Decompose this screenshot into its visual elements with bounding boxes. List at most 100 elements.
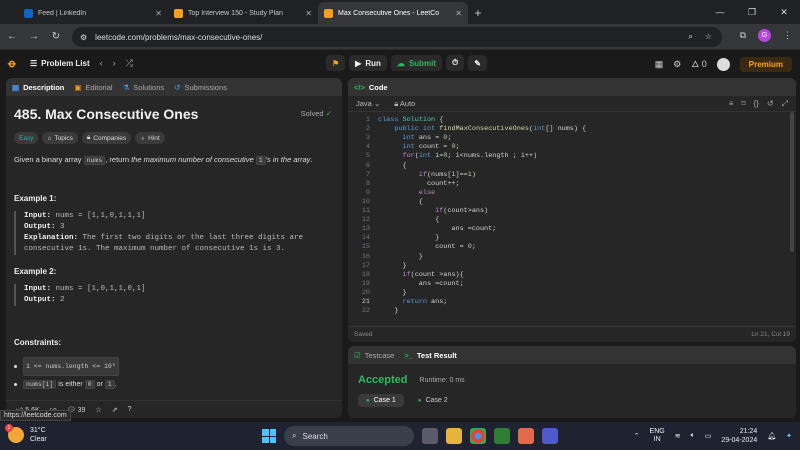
input-value: nums = [1,1,0,1,1,1] <box>51 212 146 220</box>
line-number: 19 <box>361 279 370 288</box>
problem-title[interactable]: 485. Max Consecutive Ones <box>14 106 334 122</box>
output-value: 2 <box>55 296 65 304</box>
extensions-icon[interactable]: ⧉ <box>740 30 746 41</box>
submit-button[interactable]: ☁ Submit <box>390 55 442 71</box>
check-circle-icon: ✓ <box>325 109 332 118</box>
user-avatar[interactable] <box>716 57 730 71</box>
timer-button[interactable]: ⏱ <box>446 55 465 71</box>
code-line: count = 0; <box>378 243 476 252</box>
volume-icon[interactable]: 🔈︎ <box>691 432 695 440</box>
debug-button[interactable]: ⚑ <box>326 55 346 71</box>
autocomplete-toggle[interactable]: 🔒︎ Auto <box>394 99 415 109</box>
forward-button[interactable]: → <box>28 31 40 42</box>
reset-icon[interactable]: ↺ <box>767 99 774 109</box>
wifi-icon[interactable]: ≋ <box>675 432 681 440</box>
prev-problem-icon[interactable]: ‹ <box>100 58 103 69</box>
layout-icon[interactable]: ▦ <box>655 59 664 70</box>
braces-icon[interactable]: {} <box>754 99 759 109</box>
fullscreen-icon[interactable]: ⤢ <box>782 99 788 109</box>
lang-primary: ENG <box>649 428 665 435</box>
close-icon[interactable]: ✕ <box>455 9 462 18</box>
teams-icon[interactable] <box>542 428 558 444</box>
copilot-icon[interactable]: ✦ <box>786 432 792 440</box>
companies-label: Companies <box>93 134 127 142</box>
editor-scrollbar[interactable] <box>790 112 794 252</box>
start-windows-icon[interactable] <box>262 429 276 443</box>
code-line: } <box>378 234 440 243</box>
notes-button[interactable]: ✎ <box>468 55 487 71</box>
tab-solutions[interactable]: ⚗ Solutions <box>123 83 165 92</box>
language-select[interactable]: Java ⌄ <box>356 99 380 108</box>
site-info-icon[interactable]: ⚙ <box>80 33 87 42</box>
close-window-button[interactable]: ✕ <box>768 0 800 24</box>
favorite-star-icon[interactable]: ☆ <box>95 406 101 414</box>
minimize-button[interactable]: — <box>704 0 736 24</box>
difficulty-tag: Easy <box>14 132 39 144</box>
tab-study-plan[interactable]: Top Interview 150 - Study Plan ✕ <box>168 2 318 24</box>
address-toolbar: ← → ↻ ⚙ leetcode.com/problems/max-consec… <box>0 24 800 50</box>
maximize-button[interactable]: ❐ <box>736 0 768 24</box>
topics-tag[interactable]: ⌂ Topics <box>42 132 78 144</box>
file-explorer-icon[interactable] <box>446 428 462 444</box>
tab-linkedin[interactable]: Feed | LinkedIn ✕ <box>18 2 168 24</box>
pass-dot-icon: ● <box>366 397 370 404</box>
run-button[interactable]: ▶ Run <box>349 55 387 71</box>
tab-submissions[interactable]: ↺ Submissions <box>174 83 227 92</box>
code-area[interactable]: 1 class Solution {2 public int findMaxCon… <box>348 112 796 322</box>
profile-avatar[interactable]: G <box>758 29 771 42</box>
case-label: Case 1 <box>373 397 396 404</box>
help-icon[interactable]: ? <box>128 406 132 413</box>
constraint-code: 1 <= nums.length <= 10⁵ <box>23 357 119 376</box>
bookmark-icon[interactable]: ⌑ <box>741 99 745 109</box>
leetcode-logo-icon[interactable]: ꝋ <box>8 57 20 70</box>
run-label: Run <box>365 58 381 68</box>
settings-gear-icon[interactable]: ⚙ <box>673 59 681 70</box>
notification-badge: 1 <box>5 424 13 432</box>
chrome-icon[interactable] <box>470 428 486 444</box>
tab-editorial[interactable]: ▣ Editorial <box>74 83 112 92</box>
close-icon[interactable]: ✕ <box>305 9 312 18</box>
companies-tag[interactable]: 🔒︎ Companies <box>81 132 132 144</box>
hint-tag[interactable]: ♁ Hint <box>135 132 165 144</box>
tray-chevron-icon[interactable]: ⌃ <box>634 432 640 440</box>
zoom-icon[interactable]: ⌕ <box>688 32 692 42</box>
share-icon[interactable]: ⇗ <box>112 406 118 414</box>
tag-icon: ⌂ <box>47 134 52 142</box>
lock-icon: 🔒︎ <box>86 134 91 141</box>
app-icon[interactable] <box>494 428 510 444</box>
taskbar-search[interactable]: ⌕ Search <box>284 426 414 446</box>
streak-fire-icon[interactable]: 🜂 0 <box>691 55 706 73</box>
format-icon[interactable]: ≡ <box>729 99 734 109</box>
app-icon[interactable] <box>518 428 534 444</box>
tab-description[interactable]: ▤ Description <box>12 83 64 92</box>
lightbulb-icon: ♁ <box>140 134 146 142</box>
new-tab-button[interactable]: + <box>468 2 488 24</box>
back-button[interactable]: ← <box>6 31 18 42</box>
bookmark-star-icon[interactable]: ☆ <box>705 32 712 42</box>
case-2-button[interactable]: ● Case 2 <box>410 394 456 407</box>
case-1-button[interactable]: ● Case 1 <box>358 394 404 407</box>
tab-code[interactable]: </> Code <box>354 83 388 92</box>
tab-test-result[interactable]: >_ Test Result <box>404 351 456 360</box>
language-indicator[interactable]: ENG IN <box>650 428 665 444</box>
task-view-icon[interactable] <box>422 428 438 444</box>
shuffle-icon[interactable]: ⤮ <box>126 58 133 69</box>
url-bar[interactable]: ⚙ leetcode.com/problems/max-consecutive-… <box>72 27 722 47</box>
battery-icon[interactable]: ▭ <box>705 432 712 440</box>
document-icon: ▤ <box>12 82 20 92</box>
menu-icon[interactable]: ⋮ <box>783 30 792 41</box>
premium-button[interactable]: Premium <box>739 56 792 72</box>
streak-count: 0 <box>701 59 707 69</box>
close-icon[interactable]: ✕ <box>155 9 162 18</box>
tab-max-consecutive-ones[interactable]: Max Consecutive Ones - LeetCo ✕ <box>318 2 468 24</box>
next-problem-icon[interactable]: › <box>113 58 116 69</box>
description-tabs: ▤ Description ▣ Editorial ⚗ Solutions ↺ Subm… <box>6 78 342 96</box>
output-label: Output: <box>24 223 56 231</box>
tab-testcase[interactable]: ☑ Testcase <box>354 351 394 360</box>
clock[interactable]: 21:24 29-04-2024 <box>721 427 757 445</box>
weather-widget[interactable]: 1 31°C Clear <box>5 424 47 444</box>
notification-bell-icon[interactable]: 🔔︎ <box>767 432 776 440</box>
problem-list-button[interactable]: ☰ Problem List <box>30 59 90 68</box>
code-line: if(nums[i]==1) <box>418 170 476 179</box>
reload-button[interactable]: ↻ <box>50 31 62 42</box>
